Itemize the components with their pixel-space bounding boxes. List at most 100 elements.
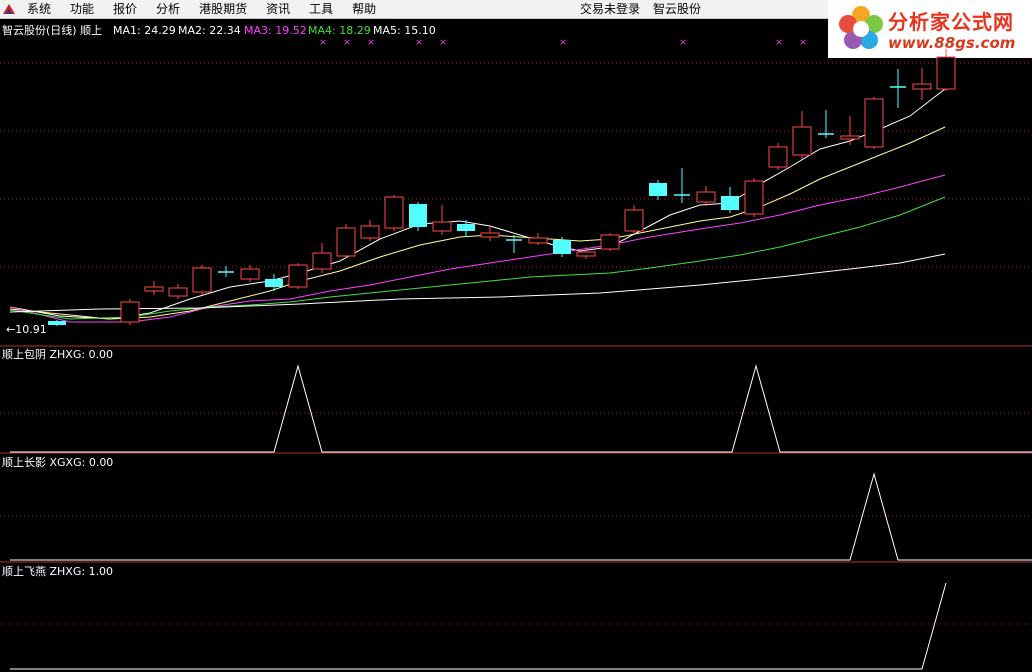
signal-mark: ×	[559, 38, 567, 48]
candle-body	[409, 204, 427, 227]
candle	[624, 205, 644, 233]
candle-body	[840, 135, 860, 140]
candle-body	[864, 98, 884, 148]
candle	[792, 111, 812, 159]
subpanel-1-title: 顺上包阴 ZHXG: 0.00	[2, 348, 113, 361]
menu-system[interactable]: 系统	[27, 1, 51, 17]
low-price-marker: ←10.91	[6, 323, 47, 336]
candlesticks	[48, 49, 956, 326]
candle-body	[912, 83, 932, 90]
candle	[674, 168, 690, 203]
candle-body	[168, 287, 188, 297]
candle-body	[144, 286, 164, 292]
candle	[890, 69, 906, 108]
signal-mark: ×	[415, 38, 423, 48]
candle-body	[576, 251, 596, 257]
candle	[409, 202, 427, 231]
candle-body	[744, 180, 764, 215]
candle	[48, 320, 66, 326]
candle-body	[696, 191, 716, 203]
candle	[600, 233, 620, 251]
candle	[384, 195, 404, 231]
current-stock-name: 智云股份	[653, 2, 702, 16]
candle	[506, 235, 522, 253]
candle	[288, 263, 308, 289]
candle	[912, 68, 932, 100]
signal-mark: ×	[439, 38, 447, 48]
ma1-line	[9, 88, 946, 320]
ma5-line	[9, 253, 946, 313]
candle-body	[192, 267, 212, 293]
candle	[432, 205, 452, 235]
candle-body	[48, 321, 66, 325]
signal-marks: × × × × × × × × ×	[319, 38, 807, 48]
menu-tools[interactable]: 工具	[309, 1, 333, 17]
candle	[744, 178, 764, 217]
panel-dividers	[0, 345, 1032, 563]
candle-body	[120, 301, 140, 323]
candle	[649, 180, 667, 200]
candle-body	[553, 240, 571, 254]
candle	[553, 237, 571, 257]
menu-list: 系统 功能 报价 分析 港股期货 资讯 工具 帮助	[27, 1, 395, 17]
indicator-zhxg-line	[10, 364, 1032, 453]
candle	[818, 110, 834, 138]
candle	[768, 143, 788, 170]
menu-quote[interactable]: 报价	[113, 1, 137, 17]
ma3-label: MA3: 19.52	[244, 24, 307, 37]
candle-body	[600, 234, 620, 250]
menu-analysis[interactable]: 分析	[156, 1, 180, 17]
candle-body	[336, 227, 356, 257]
candle	[265, 274, 283, 291]
signal-mark: ×	[343, 38, 351, 48]
candle-body	[768, 146, 788, 168]
ma4-line	[9, 196, 946, 320]
candle-body	[936, 56, 956, 90]
ma4-label: MA4: 18.29	[308, 24, 371, 37]
candle-body	[624, 209, 644, 232]
candle	[864, 97, 884, 149]
candle	[936, 49, 956, 91]
indicator-feiyan-line	[10, 582, 947, 670]
candle	[312, 243, 332, 273]
app-logo-icon	[3, 4, 15, 14]
signal-mark: ×	[775, 38, 783, 48]
ma2-label: MA2: 22.34	[178, 24, 241, 37]
candle	[528, 233, 548, 245]
candle	[360, 220, 380, 241]
subpanel-2-title: 顺上长影 XGXG: 0.00	[2, 456, 113, 469]
menu-function[interactable]: 功能	[70, 1, 94, 17]
candle	[240, 265, 260, 282]
candle	[168, 284, 188, 299]
candle	[696, 186, 716, 206]
candle-body	[792, 126, 812, 156]
menu-news[interactable]: 资讯	[266, 1, 290, 17]
candle-body	[432, 221, 452, 232]
kline-chart[interactable]: 智云股份(日线) 顺上 MA1: 24.29 MA2: 22.34 MA3: 1…	[0, 19, 1032, 672]
candle-body	[649, 183, 667, 196]
candle	[218, 266, 234, 277]
trade-login-status[interactable]: 交易未登录	[580, 1, 640, 17]
candle-body	[721, 196, 739, 210]
candle-body	[360, 225, 380, 239]
candle	[721, 187, 739, 213]
candle-body	[480, 232, 500, 238]
signal-mark: ×	[319, 38, 327, 48]
ma5-label: MA5: 15.10	[373, 24, 436, 37]
menu-help[interactable]: 帮助	[352, 1, 376, 17]
candle	[336, 224, 356, 258]
candle	[144, 281, 164, 295]
signal-mark: ×	[367, 38, 375, 48]
signal-mark: ×	[679, 38, 687, 48]
candle	[192, 265, 212, 295]
signal-mark: ×	[799, 38, 807, 48]
candle-body	[528, 237, 548, 244]
menu-hk-futures[interactable]: 港股期货	[199, 1, 247, 17]
candle	[576, 247, 596, 259]
ma3-line	[9, 174, 946, 323]
candle-body	[288, 264, 308, 288]
subpanel-3-title: 顺上飞燕 ZHXG: 1.00	[2, 565, 113, 578]
candle-body	[384, 196, 404, 229]
indicator-xgxg-line	[10, 472, 1032, 561]
candle-body	[240, 268, 260, 280]
